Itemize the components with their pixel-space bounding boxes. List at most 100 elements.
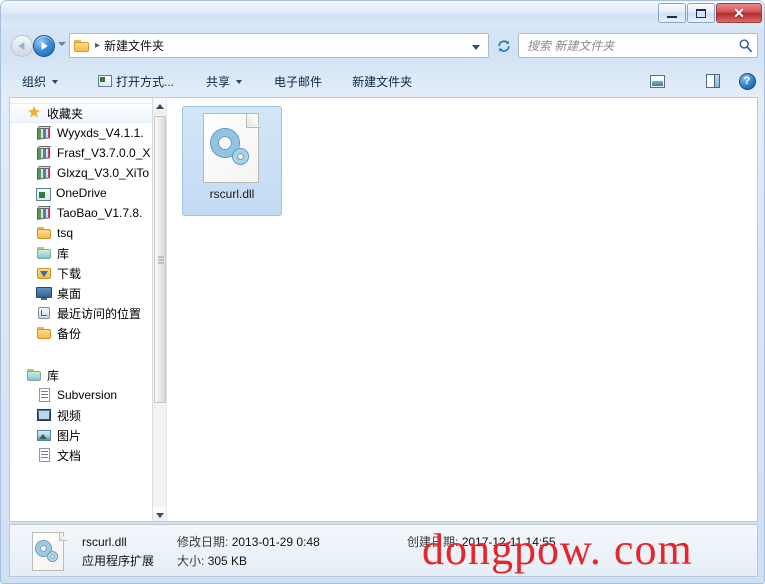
organize-button[interactable]: 组织 [13, 69, 67, 93]
search-input[interactable]: 搜索 新建文件夹 [527, 37, 738, 54]
sidebar-item-label: Glxzq_V3.0_XiTo [57, 166, 150, 180]
back-arrow-icon [18, 42, 25, 50]
file-name-label: rscurl.dll [209, 187, 255, 201]
change-view-button[interactable] [644, 69, 670, 93]
sidebar-item-library-fav[interactable]: 库 [10, 243, 153, 263]
command-toolbar: 组织 打开方式... 共享 电子邮件 新建文件夹 ? [1, 65, 764, 97]
archive-icon [36, 205, 52, 221]
library-icon [26, 367, 42, 383]
folder-icon [36, 325, 52, 341]
breadcrumb-path[interactable]: 新建文件夹 [104, 37, 164, 54]
minimize-button[interactable] [658, 3, 686, 23]
maximize-button[interactable] [687, 3, 715, 23]
help-button[interactable]: ? [734, 69, 760, 93]
preview-pane-icon [706, 74, 720, 88]
sidebar-item-label: 备份 [57, 326, 82, 341]
app-icon [36, 187, 51, 201]
gear-small-icon [48, 552, 57, 561]
scroll-up-button[interactable] [153, 98, 166, 114]
close-button[interactable]: ✕ [716, 3, 762, 23]
organize-label: 组织 [22, 74, 47, 89]
sidebar-section-favorites[interactable]: ★ 收藏夹 [10, 103, 153, 123]
sidebar-item-wyyxds[interactable]: Wyyxds_V4.1.1. [10, 123, 153, 143]
sidebar-item-frasf[interactable]: Frasf_V3.7.0.0_X [10, 143, 153, 163]
history-dropdown-icon[interactable] [58, 42, 66, 46]
view-dropdown-button[interactable] [672, 69, 690, 93]
search-box[interactable]: 搜索 新建文件夹 [518, 33, 758, 58]
details-row-1: rscurl.dll 修改日期: 2013-01-29 0:48 创建日期: 2… [82, 533, 742, 552]
downloads-icon [36, 265, 52, 281]
sidebar-section-label: 库 [47, 368, 60, 383]
dll-file-icon [203, 113, 261, 183]
address-bar[interactable]: ▸ 新建文件夹 [69, 33, 489, 58]
sidebar-item-label: 最近访问的位置 [57, 306, 142, 321]
sidebar-item-pictures[interactable]: 图片 [10, 425, 153, 445]
details-size: 大小: 305 KB [177, 552, 407, 569]
address-row: ▸ 新建文件夹 搜索 新建文件夹 [1, 29, 764, 63]
details-text-group: rscurl.dll 修改日期: 2013-01-29 0:48 创建日期: 2… [82, 533, 742, 571]
document-icon [36, 447, 52, 463]
open-with-button[interactable]: 打开方式... [89, 69, 183, 93]
forward-arrow-icon [41, 42, 48, 50]
preview-pane-button[interactable] [700, 69, 726, 93]
back-button[interactable] [11, 35, 33, 57]
sidebar-item-label: 图片 [57, 428, 82, 443]
sidebar-item-label: 视频 [57, 408, 82, 423]
help-icon: ? [738, 72, 756, 90]
breadcrumb-separator: ▸ [95, 40, 101, 51]
file-item-rscurl-dll[interactable]: rscurl.dll [182, 106, 282, 216]
sidebar-item-recent-places[interactable]: 最近访问的位置 [10, 303, 153, 323]
file-list-pane[interactable]: rscurl.dll [166, 97, 758, 522]
chevron-down-icon [52, 80, 59, 84]
document-icon [36, 387, 52, 403]
details-modified: 修改日期: 2013-01-29 0:48 [177, 533, 407, 550]
sidebar-scrollbar[interactable] [152, 98, 166, 521]
toolbar-right-group: ? [644, 69, 760, 93]
scrollbar-thumb[interactable] [154, 116, 166, 403]
details-modified-label: 修改日期: [177, 535, 229, 549]
navigation-pane: ★ 收藏夹 Wyyxds_V4.1.1. Frasf_V3.7.0.0_X Gl… [9, 97, 166, 522]
explorer-window: ✕ ▸ 新建文件夹 搜索 新建文件夹 组织 打开方式... 共享 电子邮件 新建… [0, 0, 765, 584]
sidebar-item-subversion[interactable]: Subversion [10, 385, 153, 405]
minimize-icon [667, 15, 677, 18]
details-created: 创建日期: 2017-12-11 14:55 [407, 533, 556, 550]
sidebar-item-documents[interactable]: 文档 [10, 445, 153, 465]
sidebar-item-desktop[interactable]: 桌面 [10, 283, 153, 303]
details-size-value: 305 KB [207, 554, 248, 568]
scroll-up-icon [155, 103, 164, 109]
sidebar-item-label: OneDrive [56, 186, 107, 200]
scroll-down-button[interactable] [153, 507, 166, 521]
recent-places-icon [36, 305, 52, 321]
share-label: 共享 [206, 74, 231, 89]
chevron-down-icon[interactable] [472, 45, 480, 50]
sidebar-item-taobao[interactable]: TaoBao_V1.7.8. [10, 203, 153, 223]
forward-button[interactable] [33, 35, 55, 57]
navigation-list: ★ 收藏夹 Wyyxds_V4.1.1. Frasf_V3.7.0.0_X Gl… [10, 98, 153, 465]
sidebar-item-label: 库 [57, 246, 70, 261]
share-button[interactable]: 共享 [197, 69, 251, 93]
sidebar-item-videos[interactable]: 视频 [10, 405, 153, 425]
refresh-button[interactable] [493, 35, 515, 56]
search-icon[interactable] [738, 38, 753, 53]
sidebar-item-onedrive[interactable]: OneDrive [10, 183, 153, 203]
sidebar-item-label: Frasf_V3.7.0.0_X [57, 146, 151, 160]
sidebar-item-downloads[interactable]: 下载 [10, 263, 153, 283]
sidebar-item-glxzq[interactable]: Glxzq_V3.0_XiTo [10, 163, 153, 183]
email-button[interactable]: 电子邮件 [265, 69, 331, 93]
sidebar-item-backup[interactable]: 备份 [10, 323, 153, 343]
open-with-icon [98, 75, 113, 87]
archive-icon [36, 125, 52, 141]
folder-icon [74, 39, 90, 52]
sidebar-item-tsq[interactable]: tsq [10, 223, 153, 243]
details-modified-value: 2013-01-29 0:48 [231, 535, 320, 549]
star-icon: ★ [27, 104, 41, 121]
sidebar-section-libraries[interactable]: 库 [10, 365, 153, 385]
archive-icon [36, 165, 52, 181]
dll-file-icon [32, 532, 68, 572]
scroll-down-icon [155, 512, 164, 518]
new-folder-button[interactable]: 新建文件夹 [343, 69, 421, 93]
email-label: 电子邮件 [274, 74, 323, 89]
details-size-label: 大小: [177, 554, 205, 568]
details-created-value: 2017-12-11 14:55 [461, 535, 556, 549]
